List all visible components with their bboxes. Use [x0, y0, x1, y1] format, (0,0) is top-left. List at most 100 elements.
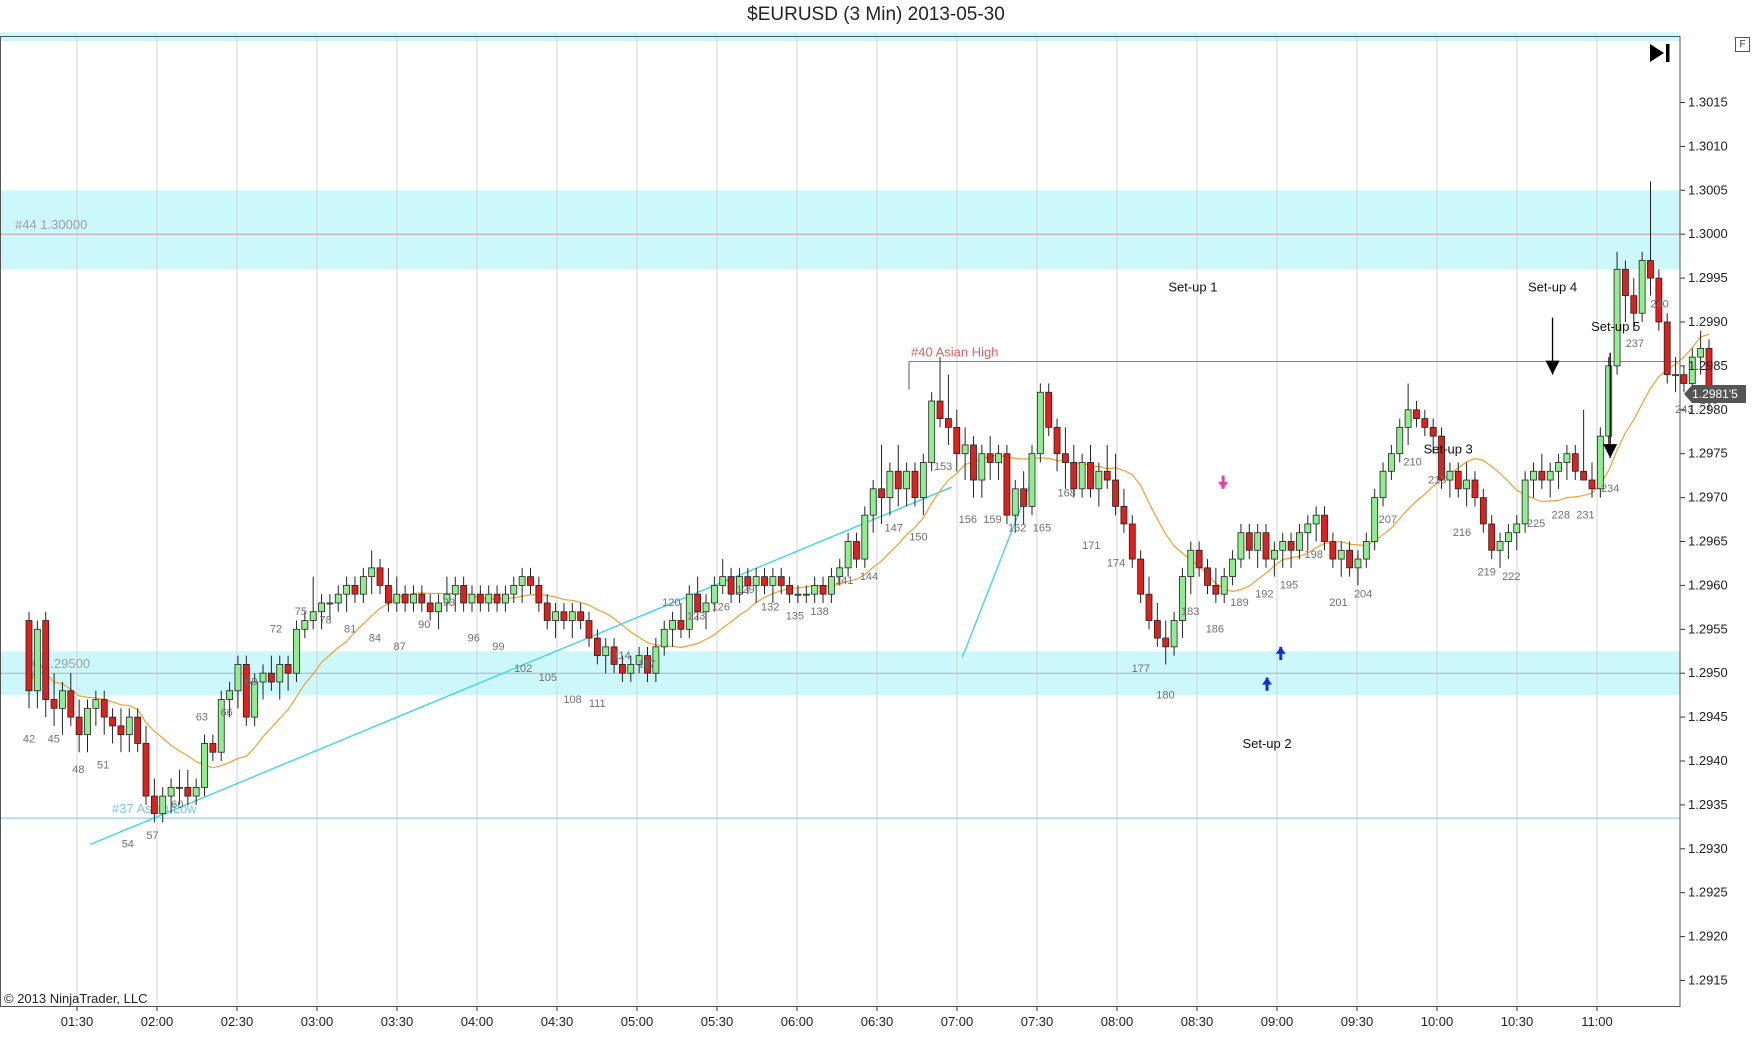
candle-body-up — [1229, 558, 1236, 578]
candle-body-up — [1078, 462, 1086, 490]
candle — [1504, 523, 1512, 560]
plot-border — [0, 36, 1681, 1007]
candle-body-up — [410, 593, 417, 604]
candle-body-up — [1396, 426, 1404, 455]
candle — [1112, 453, 1119, 516]
bar-label: 141 — [835, 575, 853, 587]
candle — [1571, 444, 1579, 481]
candle-body-down — [560, 611, 568, 621]
candle-body-up — [627, 664, 635, 674]
bar-label: 42 — [23, 733, 35, 745]
candle — [1287, 532, 1295, 568]
candle-body-down — [384, 585, 392, 604]
bar-label: 147 — [885, 523, 903, 535]
candle — [769, 567, 777, 603]
copyright-text: © 2013 NinjaTrader, LLC — [4, 991, 148, 1006]
candle-body-up — [1672, 374, 1679, 377]
candle-body-down — [376, 567, 384, 586]
candle — [1296, 523, 1303, 560]
bar-label: 87 — [393, 641, 405, 653]
x-tick-label: 07:00 — [941, 1014, 974, 1029]
candle — [1137, 550, 1145, 603]
candle — [986, 436, 994, 481]
y-tick-label: 1.2935 — [1688, 797, 1728, 812]
candle-body-down — [953, 426, 961, 455]
candle-body-up — [1446, 470, 1454, 481]
candle — [894, 444, 902, 507]
candle-body-down — [1053, 426, 1061, 455]
candle — [543, 594, 551, 630]
candle-body-down — [1103, 470, 1111, 481]
candle-body-up — [1555, 462, 1562, 472]
candle-body-down — [1321, 514, 1328, 542]
candle — [359, 567, 367, 603]
candle — [827, 567, 835, 603]
candle-body-down — [100, 699, 108, 718]
y-tick-label: 1.2945 — [1688, 709, 1728, 724]
candle — [1020, 471, 1028, 524]
candle-body-up — [1270, 549, 1278, 560]
candle-body-up — [710, 585, 718, 604]
candle — [1421, 409, 1429, 437]
candle — [911, 462, 919, 507]
candle — [1479, 488, 1487, 533]
horizontal-lines-layer: #44 1.3000036 1.29500#40 Asian High#37 A… — [0, 217, 1680, 819]
candle — [1613, 251, 1621, 375]
candle — [1446, 462, 1454, 498]
bar-label: 150 — [909, 531, 927, 543]
candle-body-up — [176, 786, 183, 789]
bar-label: 168 — [1057, 487, 1075, 499]
candle — [376, 559, 384, 595]
y-tick-label: 1.2985 — [1688, 358, 1728, 373]
candle-body-up — [1237, 532, 1245, 560]
x-tick-label: 03:30 — [381, 1014, 414, 1029]
candle-body-up — [368, 567, 376, 578]
candle — [476, 585, 484, 612]
candle-body-down — [1020, 488, 1028, 507]
candle-body-up — [1513, 523, 1521, 534]
candle-body-down — [142, 743, 150, 797]
y-tick-label: 1.2960 — [1688, 577, 1728, 592]
candlestick-chart[interactable]: #44 1.3000036 1.29500#40 Asian High#37 A… — [0, 0, 1752, 1064]
candle — [1204, 559, 1211, 595]
bar-label: 144 — [860, 571, 878, 583]
candle-body-up — [861, 514, 869, 560]
skip-to-end-icon[interactable] — [1648, 41, 1672, 65]
candle — [1530, 462, 1537, 498]
candle-body-up — [669, 620, 676, 630]
candle — [1053, 418, 1061, 472]
bar-label: 165 — [1033, 523, 1051, 535]
candle — [1220, 567, 1228, 603]
candle-body-up — [1304, 523, 1312, 534]
candle — [1513, 515, 1521, 551]
candle-body-up — [978, 453, 986, 481]
candle — [42, 611, 50, 718]
candle — [1588, 462, 1596, 498]
candle — [1229, 550, 1236, 586]
candle-body-up — [1036, 391, 1044, 455]
candle-body-up — [719, 576, 727, 586]
f-button[interactable]: F — [1735, 37, 1750, 52]
moving-average-layer — [28, 333, 1710, 769]
candle-body-up — [326, 602, 334, 605]
bar-label: 117 — [638, 659, 656, 671]
candle-body-down — [418, 593, 426, 604]
x-tick-label: 04:00 — [461, 1014, 494, 1029]
candle-body-down — [1120, 505, 1128, 525]
y-tick-label: 1.2930 — [1688, 841, 1728, 856]
candle — [944, 374, 952, 445]
candle — [811, 576, 819, 603]
candle-body-down — [577, 611, 585, 621]
candle-body-up — [359, 576, 367, 595]
candle-body-down — [109, 716, 116, 727]
candle — [961, 427, 969, 481]
candle — [761, 567, 768, 595]
candle — [142, 725, 150, 805]
candle-body-up — [1028, 453, 1036, 507]
candle — [100, 690, 108, 735]
candle-body-up — [1312, 514, 1320, 525]
x-tick-label: 02:00 — [141, 1014, 174, 1029]
candle-body-up — [259, 672, 267, 683]
bar-label: 57 — [146, 830, 158, 842]
zone-1 — [0, 190, 1680, 270]
